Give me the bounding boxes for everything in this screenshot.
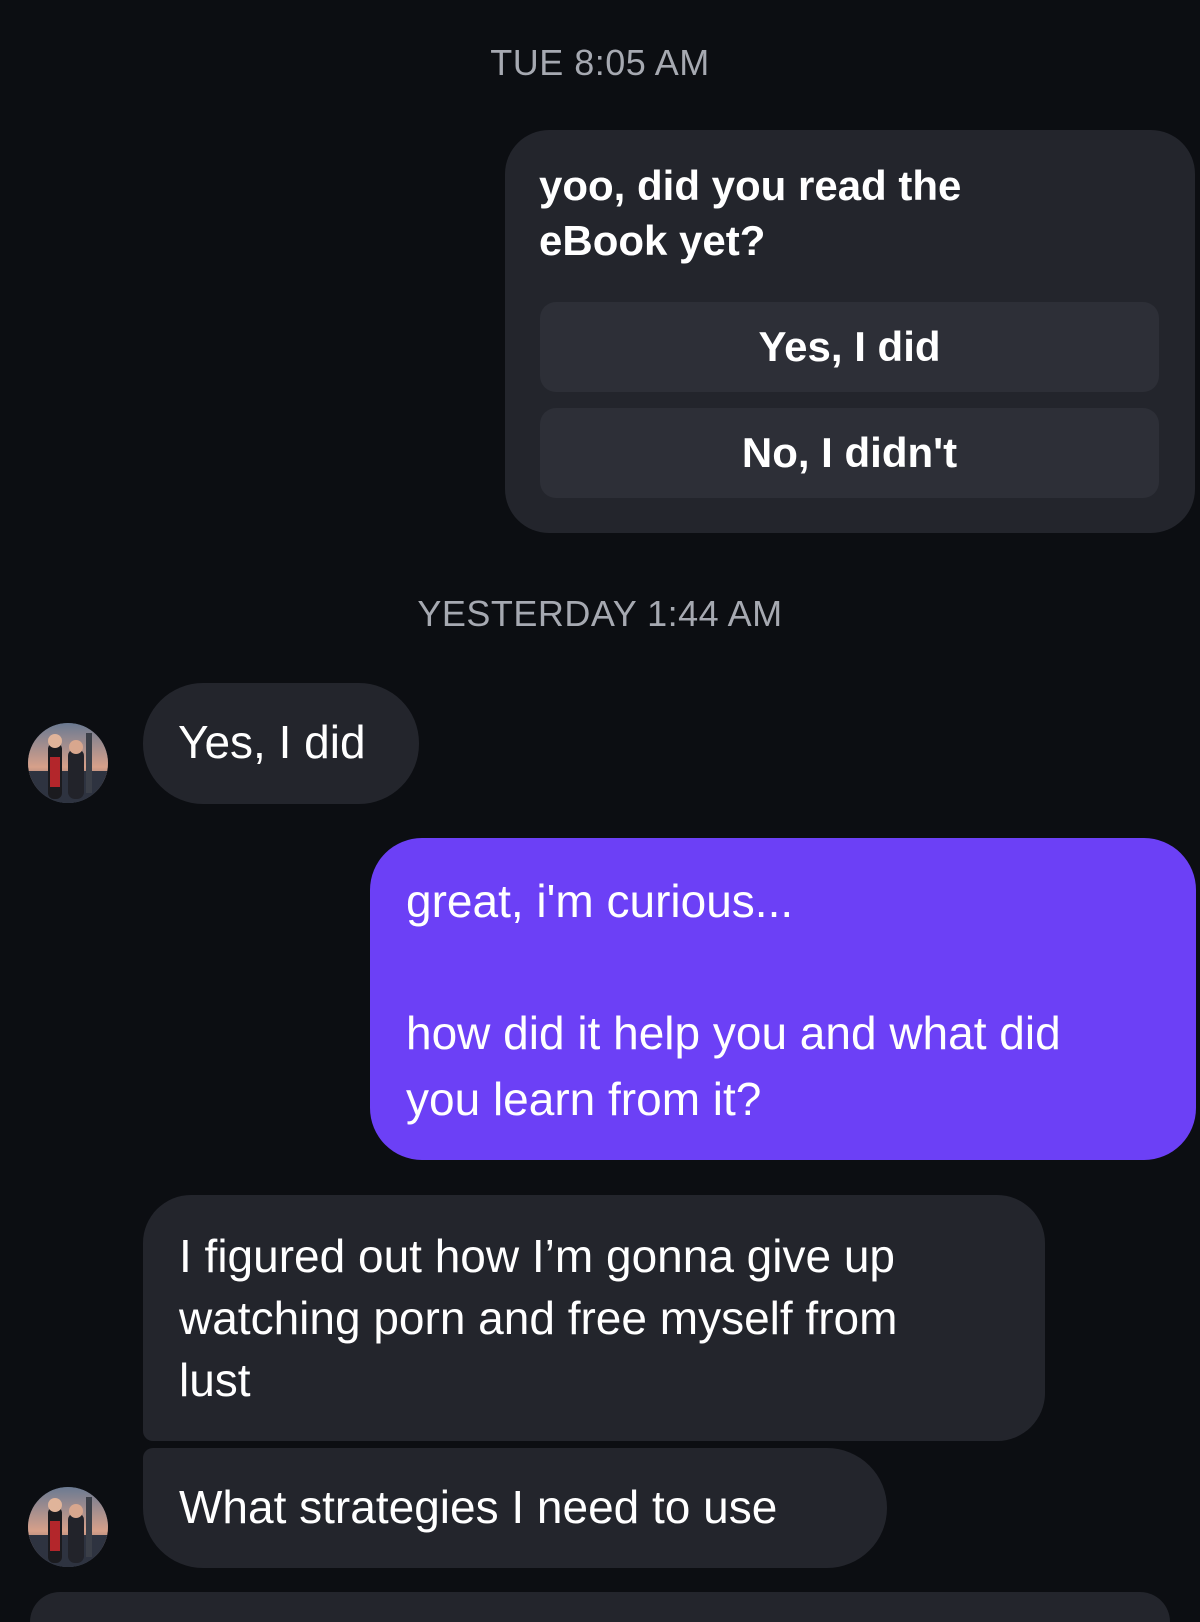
- quick-reply-yes-button[interactable]: Yes, I did: [540, 302, 1159, 392]
- timestamp: YESTERDAY 1:44 AM: [417, 593, 783, 634]
- message-line: great, i'm curious...: [406, 875, 794, 927]
- quick-reply-no-button[interactable]: No, I didn't: [540, 408, 1159, 498]
- avatar-photo: [28, 723, 108, 803]
- chat-thread[interactable]: TUE 8:05 AM yoo, did you read the eBook …: [0, 0, 1200, 1622]
- card-prompt-line: eBook yet?: [539, 217, 766, 264]
- message-line: you learn from it?: [406, 1073, 762, 1125]
- message-line: watching porn and free myself from: [179, 1292, 898, 1344]
- avatar-photo: [28, 1487, 108, 1567]
- card-prompt: yoo, did you read the eBook yet?: [539, 158, 1059, 268]
- message-bubble-outgoing[interactable]: great, i'm curious... how did it help yo…: [370, 838, 1196, 1160]
- message-bubble-incoming[interactable]: What strategies I need to use: [143, 1448, 887, 1568]
- card-prompt-line: yoo, did you read the: [539, 162, 962, 209]
- message-line: I figured out how I’m gonna give up: [179, 1230, 896, 1282]
- message-bubble-incoming[interactable]: I figured out how I’m gonna give up watc…: [143, 1195, 1045, 1441]
- message-bubble-partial[interactable]: [30, 1592, 1170, 1622]
- quick-reply-card: yoo, did you read the eBook yet? Yes, I …: [505, 130, 1195, 533]
- contact-avatar-icon[interactable]: [28, 1487, 108, 1567]
- message-line: how did it help you and what did: [406, 1007, 1061, 1059]
- timestamp: TUE 8:05 AM: [490, 42, 710, 83]
- message-bubble-incoming[interactable]: Yes, I did: [143, 683, 419, 804]
- message-line: lust: [179, 1354, 251, 1406]
- contact-avatar-icon[interactable]: [28, 723, 108, 803]
